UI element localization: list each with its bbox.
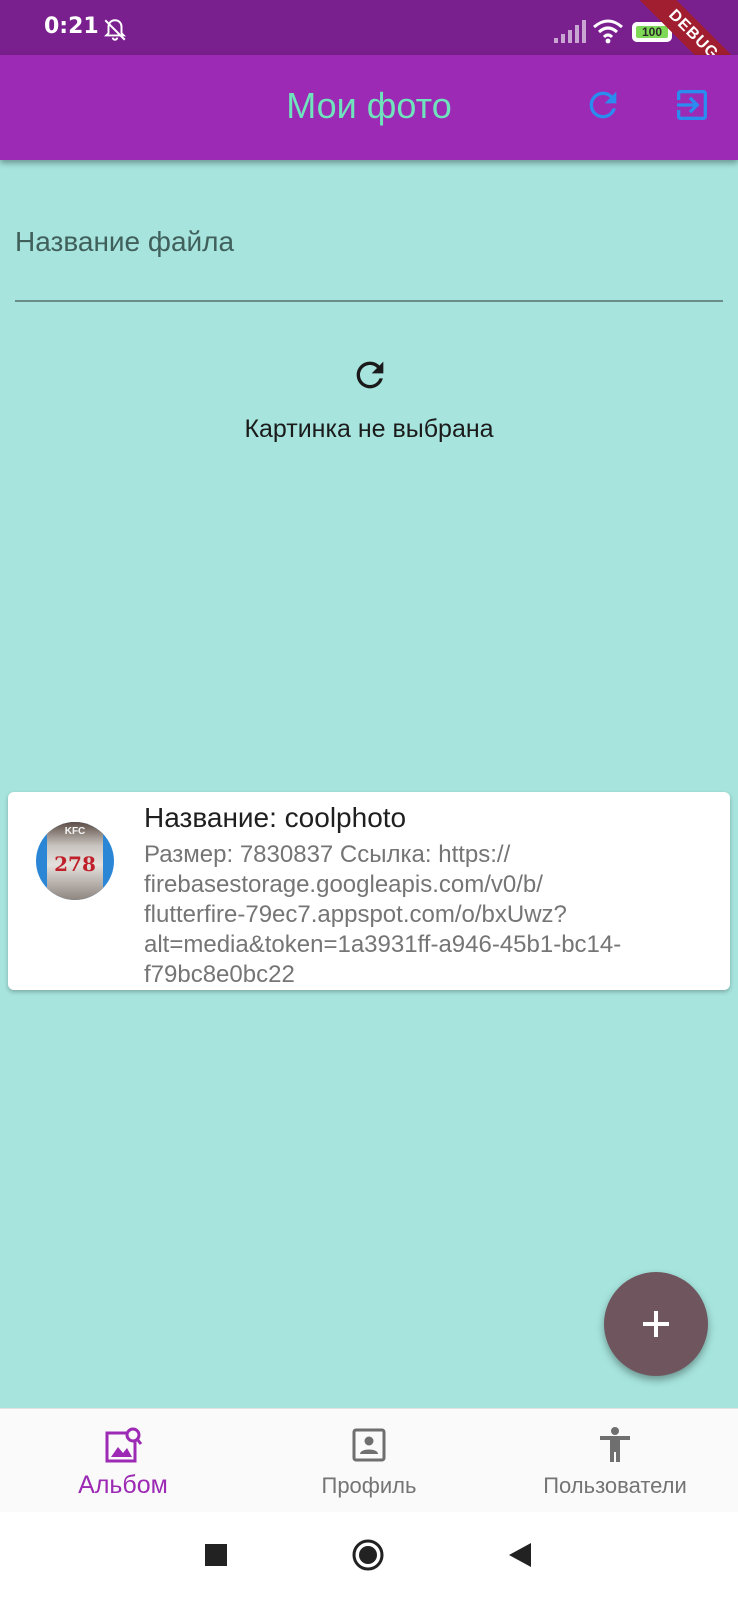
no-image-status: Картинка не выбрана (244, 415, 494, 443)
refresh-icon (356, 361, 384, 389)
home-button[interactable] (351, 1538, 385, 1572)
nav-label-users: Пользователи (543, 1473, 687, 1498)
filename-input[interactable]: Название файла (15, 220, 723, 302)
thumbnail-text: KFC (64, 826, 86, 837)
status-bar: 0:21 100 DEBUG (0, 0, 738, 105)
logout-button[interactable] (672, 85, 712, 125)
app-bar: Мои фото (0, 55, 738, 160)
profile-icon (352, 1428, 386, 1462)
logout-icon (677, 90, 707, 120)
reload-image-button[interactable] (350, 355, 390, 395)
back-button[interactable] (505, 1540, 535, 1570)
signal-icon (554, 20, 586, 43)
plus-icon (643, 1311, 669, 1337)
page-title: Мои фото (286, 85, 452, 126)
person-icon (600, 1427, 630, 1462)
photo-details-line: firebasestorage.googleapis.com/v0/b/ (144, 871, 543, 898)
recents-button[interactable] (201, 1540, 231, 1570)
bell-off-icon (103, 19, 127, 41)
wifi-icon (593, 19, 623, 44)
refresh-icon (589, 91, 617, 119)
refresh-button[interactable] (583, 85, 623, 125)
photo-details-line: flutterfire-79ec7.appspot.com/o/bxUwz? (144, 901, 567, 928)
bottom-navigation: Альбом Профиль Пользователи (0, 1408, 738, 1513)
nav-label-album: Альбом (78, 1471, 168, 1499)
nav-item-album[interactable]: Альбом (0, 1409, 246, 1513)
thumbnail-number: 278 (54, 852, 96, 876)
photo-details-line: f79bc8e0bc22 (144, 961, 295, 988)
nav-label-profile: Профиль (321, 1473, 417, 1498)
system-navigation-bar (0, 1512, 738, 1600)
filename-label: Название файла (15, 226, 235, 257)
square-icon (205, 1544, 227, 1566)
photo-details-line: alt=media&token=1a3931ff-a946-45b1-bc14- (144, 931, 622, 958)
photo-thumbnail: KFC 278 (36, 822, 114, 900)
triangle-back-icon (509, 1543, 531, 1567)
photo-details: Размер: 7830837 Ссылка: https:// firebas… (144, 840, 704, 990)
photo-search-icon (105, 1427, 143, 1463)
nav-item-users[interactable]: Пользователи (492, 1409, 738, 1513)
photo-details-line: Размер: 7830837 Ссылка: https:// (144, 841, 511, 868)
nav-item-profile[interactable]: Профиль (246, 1409, 492, 1513)
photo-list-item[interactable]: KFC 278 Название: coolphoto Размер: 7830… (8, 792, 730, 990)
photo-title: Название: coolphoto (144, 802, 407, 833)
battery-level: 100 (636, 26, 668, 38)
status-time: 0:21 (44, 14, 99, 39)
add-photo-button[interactable] (604, 1272, 708, 1376)
circle-icon (352, 1539, 384, 1571)
